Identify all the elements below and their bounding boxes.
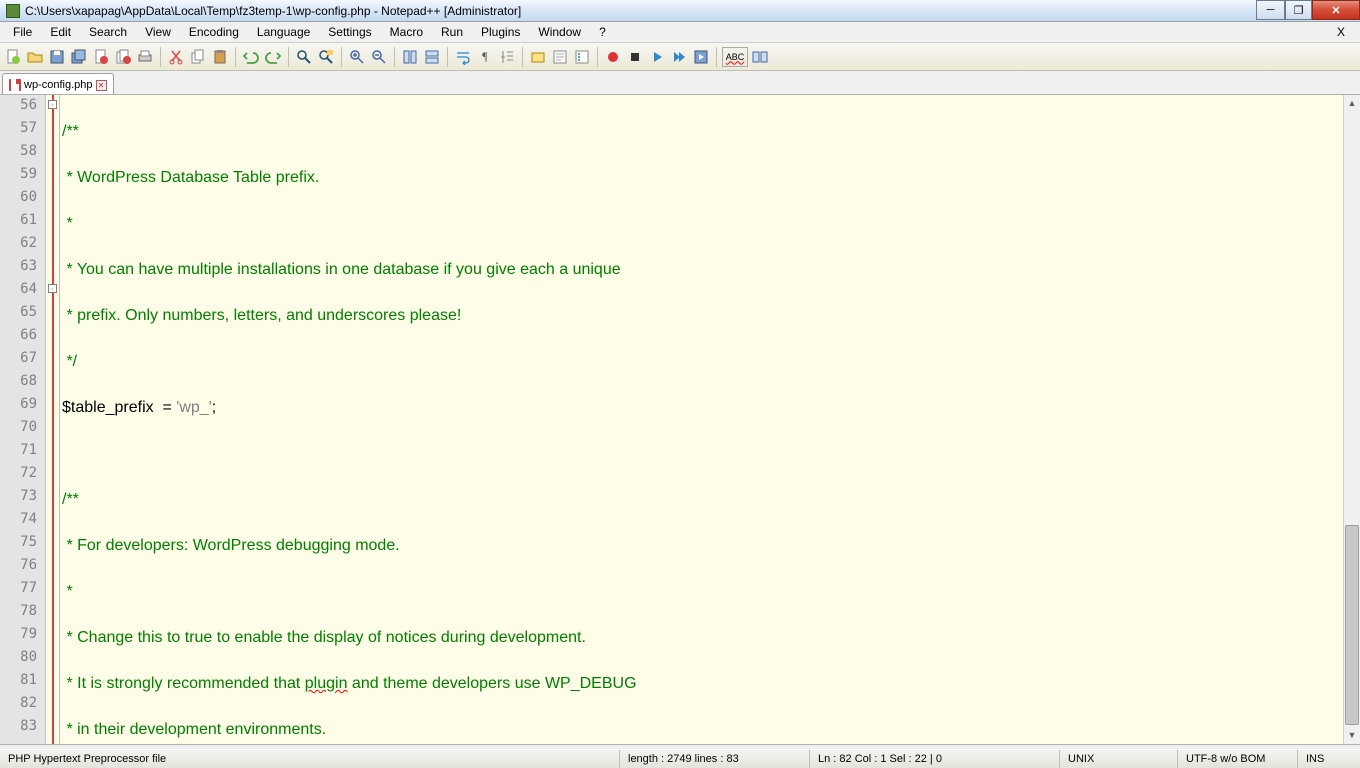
wordwrap-icon[interactable] [453,47,473,67]
menu-file[interactable]: File [4,23,41,41]
redo-icon[interactable] [263,47,283,67]
tab-close-icon[interactable]: ✕ [96,80,107,91]
maximize-button[interactable]: ❐ [1285,0,1312,20]
tab-wp-config[interactable]: wp-config.php ✕ [2,73,114,94]
status-filetype: PHP Hypertext Preprocessor file [0,750,620,768]
status-eol: UNIX [1060,750,1178,768]
menu-plugins[interactable]: Plugins [472,23,529,41]
paste-icon[interactable] [210,47,230,67]
menu-macro[interactable]: Macro [381,23,432,41]
zoom-in-icon[interactable] [347,47,367,67]
save-all-icon[interactable] [69,47,89,67]
menu-run[interactable]: Run [432,23,472,41]
menu-search[interactable]: Search [80,23,136,41]
play-multi-icon[interactable] [669,47,689,67]
save-icon[interactable] [47,47,67,67]
function-list-icon[interactable] [572,47,592,67]
folder-as-workspace-icon[interactable] [528,47,548,67]
menu-bar: File Edit Search View Encoding Language … [0,22,1360,43]
fold-toggle-icon[interactable]: - [48,100,57,109]
find-icon[interactable] [294,47,314,67]
record-macro-icon[interactable] [603,47,623,67]
spellcheck-icon[interactable]: ABC [722,47,748,67]
file-modified-icon [9,79,21,91]
sync-h-icon[interactable] [422,47,442,67]
close-file-icon[interactable] [91,47,111,67]
copy-icon[interactable] [188,47,208,67]
minimize-button[interactable]: ─ [1256,0,1285,20]
mdi-close-button[interactable]: X [1328,23,1354,41]
compare-icon[interactable] [750,47,770,67]
window-controls: ─ ❐ ✕ [1256,0,1360,20]
line-number-gutter: 56 57 58 59 60 61 62 63 64 65 66 67 68 6… [0,95,46,744]
window-title: C:\Users\xapapag\AppData\Local\Temp\fz3t… [25,4,521,18]
close-button[interactable]: ✕ [1312,0,1360,20]
fold-toggle-icon[interactable]: - [48,284,57,293]
status-bar: PHP Hypertext Preprocessor file length :… [0,749,1360,768]
undo-icon[interactable] [241,47,261,67]
menu-encoding[interactable]: Encoding [180,23,248,41]
scroll-thumb[interactable] [1345,525,1359,725]
print-icon[interactable] [135,47,155,67]
editor-area: 56 57 58 59 60 61 62 63 64 65 66 67 68 6… [0,95,1360,745]
stop-macro-icon[interactable] [625,47,645,67]
menu-language[interactable]: Language [248,23,319,41]
show-all-chars-icon[interactable]: ¶ [475,47,495,67]
tab-bar: wp-config.php ✕ [0,71,1360,95]
fold-column: - - [46,95,60,744]
tab-label: wp-config.php [24,79,93,91]
scroll-up-icon[interactable]: ▲ [1344,95,1360,112]
zoom-out-icon[interactable] [369,47,389,67]
menu-window[interactable]: Window [529,23,590,41]
open-file-icon[interactable] [25,47,45,67]
status-position: Ln : 82 Col : 1 Sel : 22 | 0 [810,750,1060,768]
menu-edit[interactable]: Edit [41,23,80,41]
play-macro-icon[interactable] [647,47,667,67]
vertical-scrollbar[interactable]: ▲ ▼ [1343,95,1360,744]
new-file-icon[interactable] [3,47,23,67]
status-insert-mode: INS [1298,750,1360,768]
doc-map-icon[interactable] [550,47,570,67]
app-icon [6,4,20,18]
code-text-area[interactable]: /** * WordPress Database Table prefix. *… [60,95,1343,744]
menu-help[interactable]: ? [590,23,615,41]
menu-view[interactable]: View [136,23,180,41]
replace-icon[interactable] [316,47,336,67]
cut-icon[interactable] [166,47,186,67]
menu-settings[interactable]: Settings [319,23,380,41]
status-encoding: UTF-8 w/o BOM [1178,750,1298,768]
close-all-icon[interactable] [113,47,133,67]
toolbar: ¶ ABC [0,43,1360,71]
scroll-down-icon[interactable]: ▼ [1344,727,1360,744]
indent-guide-icon[interactable] [497,47,517,67]
save-macro-icon[interactable] [691,47,711,67]
title-bar: C:\Users\xapapag\AppData\Local\Temp\fz3t… [0,0,1360,22]
status-length: length : 2749 lines : 83 [620,750,810,768]
sync-v-icon[interactable] [400,47,420,67]
